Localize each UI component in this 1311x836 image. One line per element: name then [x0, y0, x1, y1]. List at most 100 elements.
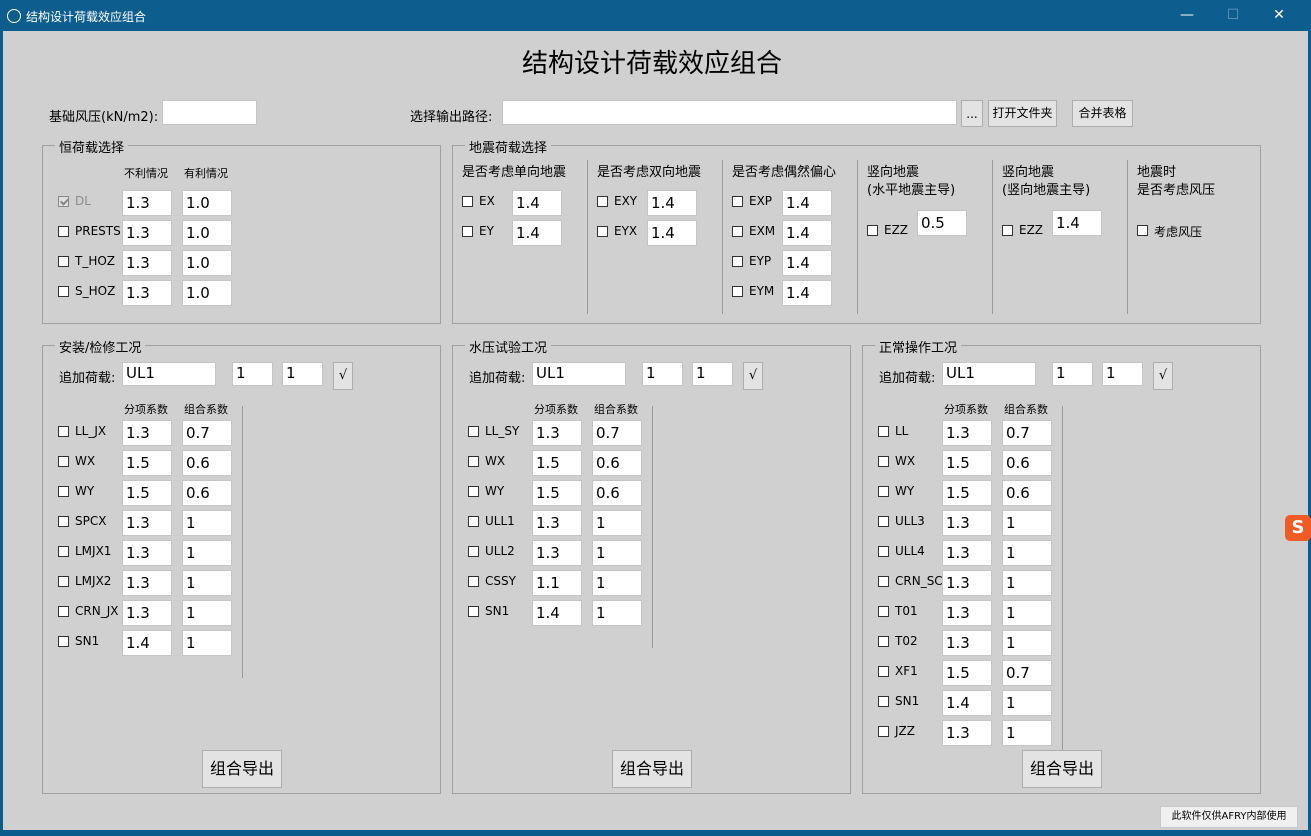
seismic-factor-input[interactable]: 1.4	[782, 250, 832, 276]
partial-factor-input[interactable]: 1.3	[122, 570, 172, 596]
add-load-factor-input[interactable]: 1	[232, 362, 273, 386]
seismic-checkbox[interactable]	[597, 226, 608, 237]
combination-factor-input[interactable]: 0.6	[1002, 480, 1052, 506]
dead-load-checkbox[interactable]	[58, 196, 69, 207]
seismic-factor-input[interactable]: 1.4	[647, 220, 697, 246]
seismic-checkbox[interactable]	[462, 226, 473, 237]
partial-factor-input[interactable]: 1.3	[532, 510, 582, 536]
add-load-name-input[interactable]: UL1	[532, 362, 626, 386]
partial-factor-input[interactable]: 1.4	[532, 600, 582, 626]
close-button[interactable]: ✕	[1256, 0, 1302, 31]
load-case-checkbox[interactable]	[58, 426, 69, 437]
seismic-checkbox[interactable]	[462, 196, 473, 207]
ime-sogou-icon[interactable]: S	[1285, 515, 1311, 541]
partial-factor-input[interactable]: 1.3	[942, 420, 992, 446]
load-case-checkbox[interactable]	[878, 546, 889, 557]
partial-factor-input[interactable]: 1.5	[942, 450, 992, 476]
partial-factor-input[interactable]: 1.3	[532, 540, 582, 566]
minimize-button[interactable]: —	[1164, 0, 1210, 31]
load-case-checkbox[interactable]	[58, 636, 69, 647]
add-load-combo-input[interactable]: 1	[282, 362, 323, 386]
partial-factor-input[interactable]: 1.3	[942, 630, 992, 656]
partial-factor-input[interactable]: 1.3	[942, 510, 992, 536]
partial-factor-input[interactable]: 1.1	[532, 570, 582, 596]
maximize-button[interactable]: ☐	[1210, 0, 1256, 31]
export-combination-button[interactable]: 组合导出	[202, 750, 282, 788]
dead-favorable-input[interactable]: 1.0	[182, 250, 232, 276]
partial-factor-input[interactable]: 1.5	[532, 480, 582, 506]
combination-factor-input[interactable]: 1	[1002, 540, 1052, 566]
dead-favorable-input[interactable]: 1.0	[182, 220, 232, 246]
combination-factor-input[interactable]: 1	[592, 600, 642, 626]
seismic-factor-input[interactable]: 1.4	[512, 190, 562, 216]
partial-factor-input[interactable]: 1.3	[122, 600, 172, 626]
open-folder-button[interactable]: 打开文件夹	[988, 100, 1057, 127]
combination-factor-input[interactable]: 1	[1002, 630, 1052, 656]
seismic-factor-input[interactable]: 1.4	[782, 220, 832, 246]
wind-pressure-input[interactable]	[162, 100, 257, 125]
load-case-checkbox[interactable]	[468, 456, 479, 467]
seismic-factor-input[interactable]: 1.4	[512, 220, 562, 246]
add-load-confirm-button[interactable]: √	[743, 362, 763, 390]
consider-wind-checkbox[interactable]	[1137, 225, 1148, 236]
combination-factor-input[interactable]: 0.7	[1002, 660, 1052, 686]
load-case-checkbox[interactable]	[878, 726, 889, 737]
partial-factor-input[interactable]: 1.3	[122, 510, 172, 536]
partial-factor-input[interactable]: 1.4	[122, 630, 172, 656]
combination-factor-input[interactable]: 1	[182, 630, 232, 656]
vertical-seismic-factor-input[interactable]: 0.5	[917, 210, 967, 236]
combination-factor-input[interactable]: 0.6	[592, 480, 642, 506]
combination-factor-input[interactable]: 1	[1002, 720, 1052, 746]
combination-factor-input[interactable]: 1	[1002, 690, 1052, 716]
combination-factor-input[interactable]: 1	[592, 540, 642, 566]
seismic-checkbox[interactable]	[732, 256, 743, 267]
partial-factor-input[interactable]: 1.4	[942, 690, 992, 716]
combination-factor-input[interactable]: 1	[1002, 510, 1052, 536]
load-case-checkbox[interactable]	[468, 576, 479, 587]
load-case-checkbox[interactable]	[58, 516, 69, 527]
partial-factor-input[interactable]: 1.3	[122, 420, 172, 446]
vertical-seismic-factor-input[interactable]: 1.4	[1052, 210, 1102, 236]
combination-factor-input[interactable]: 0.7	[592, 420, 642, 446]
dead-unfavorable-input[interactable]: 1.3	[122, 280, 172, 306]
seismic-factor-input[interactable]: 1.4	[782, 280, 832, 306]
add-load-combo-input[interactable]: 1	[1102, 362, 1143, 386]
output-path-input[interactable]	[502, 100, 957, 125]
combination-factor-input[interactable]: 1	[1002, 570, 1052, 596]
combination-factor-input[interactable]: 0.7	[182, 420, 232, 446]
load-case-checkbox[interactable]	[58, 456, 69, 467]
partial-factor-input[interactable]: 1.5	[942, 660, 992, 686]
seismic-factor-input[interactable]: 1.4	[647, 190, 697, 216]
dead-load-checkbox[interactable]	[58, 226, 69, 237]
partial-factor-input[interactable]: 1.5	[122, 480, 172, 506]
load-case-checkbox[interactable]	[58, 486, 69, 497]
dead-unfavorable-input[interactable]: 1.3	[122, 190, 172, 216]
dead-unfavorable-input[interactable]: 1.3	[122, 220, 172, 246]
browse-button[interactable]: ...	[961, 100, 983, 127]
partial-factor-input[interactable]: 1.3	[122, 540, 172, 566]
load-case-checkbox[interactable]	[878, 636, 889, 647]
load-case-checkbox[interactable]	[878, 666, 889, 677]
seismic-checkbox[interactable]	[732, 196, 743, 207]
dead-unfavorable-input[interactable]: 1.3	[122, 250, 172, 276]
combination-factor-input[interactable]: 1	[182, 600, 232, 626]
merge-tables-button[interactable]: 合并表格	[1072, 100, 1133, 127]
load-case-checkbox[interactable]	[58, 606, 69, 617]
add-load-factor-input[interactable]: 1	[1052, 362, 1093, 386]
add-load-name-input[interactable]: UL1	[122, 362, 216, 386]
export-combination-button[interactable]: 组合导出	[1022, 750, 1102, 788]
dead-load-checkbox[interactable]	[58, 256, 69, 267]
dead-favorable-input[interactable]: 1.0	[182, 190, 232, 216]
load-case-checkbox[interactable]	[878, 486, 889, 497]
combination-factor-input[interactable]: 0.6	[182, 480, 232, 506]
partial-factor-input[interactable]: 1.3	[942, 570, 992, 596]
load-case-checkbox[interactable]	[878, 576, 889, 587]
load-case-checkbox[interactable]	[878, 426, 889, 437]
combination-factor-input[interactable]: 0.6	[1002, 450, 1052, 476]
seismic-factor-input[interactable]: 1.4	[782, 190, 832, 216]
dead-favorable-input[interactable]: 1.0	[182, 280, 232, 306]
load-case-checkbox[interactable]	[468, 516, 479, 527]
vertical-seismic-checkbox[interactable]	[867, 225, 878, 236]
seismic-checkbox[interactable]	[732, 286, 743, 297]
load-case-checkbox[interactable]	[878, 606, 889, 617]
